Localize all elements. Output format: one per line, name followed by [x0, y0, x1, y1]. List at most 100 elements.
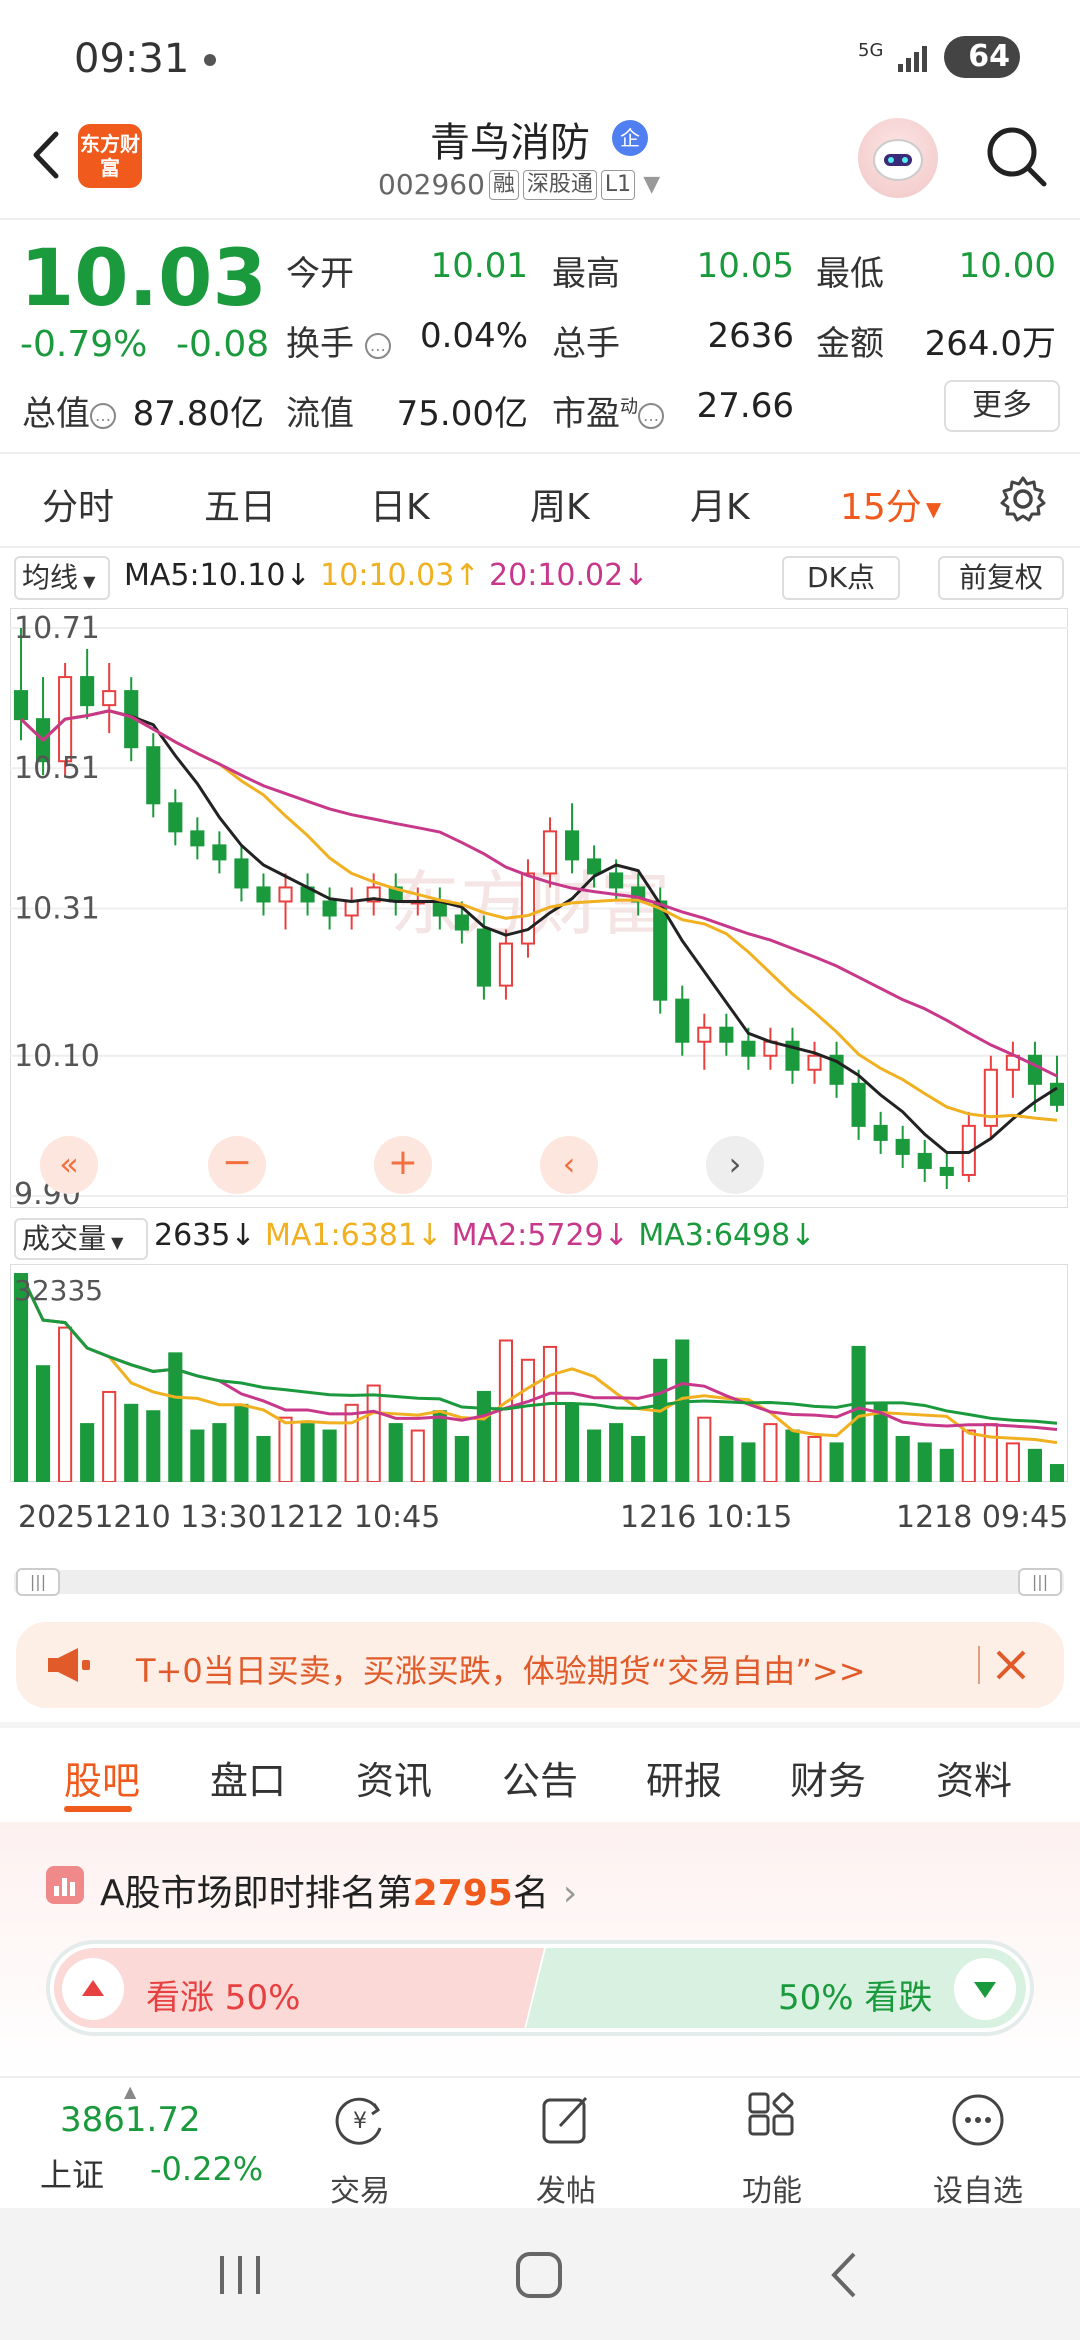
market-rank[interactable]: A股市场即时排名第2795名 › — [100, 1864, 577, 1916]
volume-bar — [675, 1339, 690, 1482]
vote-down-button[interactable] — [954, 1958, 1016, 2020]
candle — [741, 1040, 756, 1057]
tab-announcements[interactable]: 公告 — [502, 1750, 578, 1805]
tab-monthly-k[interactable]: 月K — [690, 478, 750, 530]
bearish-fill[interactable] — [526, 1948, 1026, 2028]
nav-post[interactable]: 发帖 — [506, 2090, 626, 2210]
scroll-right-button[interactable]: › — [706, 1136, 764, 1194]
volume-legend: 2635↓ MA1:6381↓ MA2:5729↓ MA3:6498↓ — [154, 1218, 815, 1253]
open-value: 10.01 — [430, 246, 528, 286]
stock-code-line[interactable]: 002960 融 深股通 L1 ▼ — [378, 168, 660, 201]
index-change[interactable]: -0.22% — [150, 2150, 263, 2188]
volume-bar — [1027, 1448, 1042, 1482]
volume-bar — [895, 1435, 910, 1482]
caret-down-icon: ▼ — [106, 1233, 124, 1252]
search-icon[interactable] — [982, 122, 1052, 192]
volume-bar — [322, 1429, 337, 1482]
candle — [168, 802, 183, 833]
bullish-label: 看涨 50% — [146, 1978, 301, 2018]
nav-watchlist[interactable]: 设自选 — [918, 2090, 1038, 2210]
turnover-value: 0.04% — [419, 316, 528, 356]
tab-order-book[interactable]: 盘口 — [210, 1750, 286, 1805]
candle — [895, 1138, 910, 1155]
tag-level: L1 — [600, 169, 636, 200]
stock-code: 002960 — [378, 168, 485, 201]
candle — [542, 830, 558, 875]
tab-15min-label: 15分 — [840, 487, 922, 528]
range-handle-left[interactable]: ||| — [16, 1568, 60, 1596]
scroll-far-left-button[interactable]: « — [40, 1136, 98, 1194]
open-label: 今开 — [286, 254, 354, 294]
promo-text[interactable]: T+0当日买卖，买涨买跌，体验期货“交易自由”>> — [136, 1646, 866, 1692]
dk-points-button[interactable]: DK点 — [782, 556, 900, 600]
notification-dot — [204, 54, 216, 66]
active-tab-indicator — [64, 1806, 132, 1812]
tab-profile[interactable]: 资料 — [936, 1750, 1012, 1805]
info-icon[interactable]: … — [638, 402, 664, 429]
volume-indicator-select[interactable]: 成交量 ▼ — [14, 1218, 148, 1260]
back-arrow-icon[interactable] — [22, 120, 72, 190]
tab-daily-k[interactable]: 日K — [370, 478, 430, 530]
y-tick-label: 10.10 — [14, 1039, 100, 1074]
nav-functions[interactable]: 功能 — [712, 2090, 832, 2210]
volume-bar — [124, 1403, 139, 1482]
candle — [917, 1152, 932, 1169]
scroll-left-button[interactable]: ‹ — [540, 1136, 598, 1194]
ma-select-label: 均线 — [22, 561, 79, 594]
volume-bar — [212, 1423, 227, 1482]
volume-bar — [939, 1448, 954, 1482]
index-name[interactable]: 上证 — [40, 2150, 104, 2196]
candle — [653, 900, 668, 1001]
tab-forum[interactable]: 股吧 — [64, 1750, 140, 1805]
candle — [565, 830, 580, 861]
volume-bar — [168, 1352, 183, 1482]
candle — [873, 1124, 888, 1141]
ma-select[interactable]: 均线 ▼ — [14, 556, 110, 600]
tab-intraday[interactable]: 分时 — [42, 478, 114, 530]
volume-bar — [146, 1410, 161, 1482]
pe-value: 27.66 — [696, 386, 794, 426]
market-cap-value: 87.80亿 — [132, 394, 264, 434]
zoom-out-button[interactable]: − — [208, 1136, 266, 1194]
price-adjust-button[interactable]: 前复权 — [938, 556, 1064, 600]
close-icon[interactable] — [986, 1640, 1036, 1690]
svg-text:¥: ¥ — [353, 2109, 367, 2134]
candle — [675, 998, 690, 1043]
kline-chart[interactable]: 东方财富 10.7110.5110.3110.109.90 — [10, 608, 1068, 1208]
volume-bar — [609, 1423, 624, 1482]
chart-range-scrollbar[interactable] — [14, 1570, 1064, 1594]
tab-news[interactable]: 资讯 — [356, 1750, 432, 1805]
candle — [344, 900, 359, 917]
tab-financials[interactable]: 财务 — [790, 1750, 866, 1805]
vote-up-button[interactable] — [62, 1958, 124, 2020]
info-icon[interactable]: … — [364, 332, 391, 359]
more-button[interactable]: 更多 — [944, 380, 1060, 432]
tab-15min[interactable]: 15分 ▼ — [840, 478, 941, 530]
tab-research[interactable]: 研报 — [646, 1750, 722, 1805]
volume-bar — [542, 1345, 558, 1482]
candle — [102, 690, 117, 707]
battery-indicator: 64 — [944, 36, 1020, 78]
recent-apps-icon[interactable] — [210, 2250, 270, 2300]
gear-icon[interactable] — [998, 474, 1048, 524]
robot-assistant-icon[interactable] — [858, 118, 938, 198]
volume-chart[interactable]: 32335 — [10, 1264, 1068, 1482]
chevron-right-icon: › — [562, 1873, 578, 1914]
nav-trade[interactable]: ¥ 交易 — [300, 2090, 420, 2210]
signal-icon — [898, 46, 927, 72]
index-value[interactable]: 3861.72 — [60, 2100, 201, 2140]
candle — [587, 858, 602, 875]
info-icon[interactable]: … — [90, 402, 116, 429]
volume-bar — [410, 1429, 425, 1482]
tab-five-day[interactable]: 五日 — [204, 478, 276, 530]
range-handle-right[interactable]: ||| — [1018, 1568, 1062, 1596]
volume-bar — [190, 1429, 205, 1482]
volume-select-label: 成交量 — [22, 1222, 107, 1255]
home-icon[interactable] — [510, 2250, 570, 2300]
tab-weekly-k[interactable]: 周K — [530, 478, 590, 530]
zoom-in-button[interactable]: + — [374, 1136, 432, 1194]
low-label: 最低 — [816, 254, 884, 294]
volume-bar — [454, 1435, 469, 1482]
back-icon[interactable] — [820, 2250, 870, 2300]
candle — [851, 1082, 866, 1127]
